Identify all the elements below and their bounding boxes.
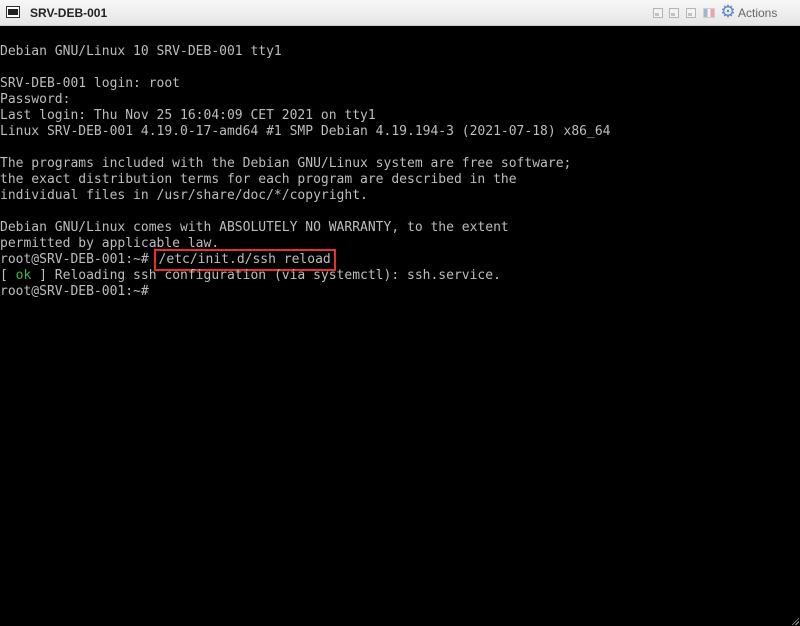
terminal-line-banner: Debian GNU/Linux 10 SRV-DEB-001 tty1 bbox=[0, 44, 282, 59]
terminal-line-login: SRV-DEB-001 login: root bbox=[0, 76, 181, 91]
terminal-line-command: root@SRV-DEB-001:~# /etc/init.d/ssh relo… bbox=[0, 249, 336, 271]
terminal-line-motd-3: individual files in /usr/share/doc/*/cop… bbox=[0, 188, 368, 203]
flag-icon[interactable] bbox=[703, 8, 715, 18]
status-bracket-open: [ bbox=[0, 268, 16, 283]
gear-icon[interactable]: ⚙ bbox=[719, 3, 737, 21]
terminal-line-motd-2: the exact distribution terms for each pr… bbox=[0, 172, 517, 187]
window-btn-icon[interactable] bbox=[653, 8, 663, 18]
terminal-line-warranty-2: permitted by applicable law. bbox=[0, 236, 220, 251]
status-message: ] Reloading ssh configuration (via syste… bbox=[31, 268, 501, 283]
highlighted-command: /etc/init.d/ssh reload bbox=[153, 249, 336, 271]
terminal-line-last-login: Last login: Thu Nov 25 16:04:09 CET 2021… bbox=[0, 108, 376, 123]
terminal-line-uname: Linux SRV-DEB-001 4.19.0-17-amd64 #1 SMP… bbox=[0, 124, 611, 139]
window-titlebar: SRV-DEB-001 ⚙ Actions bbox=[0, 0, 800, 26]
window-btn-icon[interactable] bbox=[686, 8, 696, 18]
terminal-line-status: [ ok ] Reloading ssh configuration (via … bbox=[0, 268, 501, 284]
terminal-screen[interactable]: Debian GNU/Linux 10 SRV-DEB-001 tty1 SRV… bbox=[0, 27, 800, 626]
shell-prompt: root@SRV-DEB-001:~# bbox=[0, 252, 157, 267]
window-title: SRV-DEB-001 bbox=[30, 6, 108, 20]
terminal-line-password: Password: bbox=[0, 92, 71, 107]
vm-console-window: SRV-DEB-001 ⚙ Actions Debian GNU/Linux 1… bbox=[0, 0, 800, 626]
actions-menu-button[interactable]: Actions bbox=[738, 6, 777, 20]
resize-grip[interactable] bbox=[791, 617, 799, 625]
terminal-line-warranty-1: Debian GNU/Linux comes with ABSOLUTELY N… bbox=[0, 220, 509, 235]
terminal-line-motd-1: The programs included with the Debian GN… bbox=[0, 156, 572, 171]
terminal-line-prompt: root@SRV-DEB-001:~# bbox=[0, 284, 149, 299]
console-icon bbox=[6, 6, 20, 18]
window-btn-icon[interactable] bbox=[669, 8, 679, 18]
status-ok: ok bbox=[15, 268, 32, 283]
